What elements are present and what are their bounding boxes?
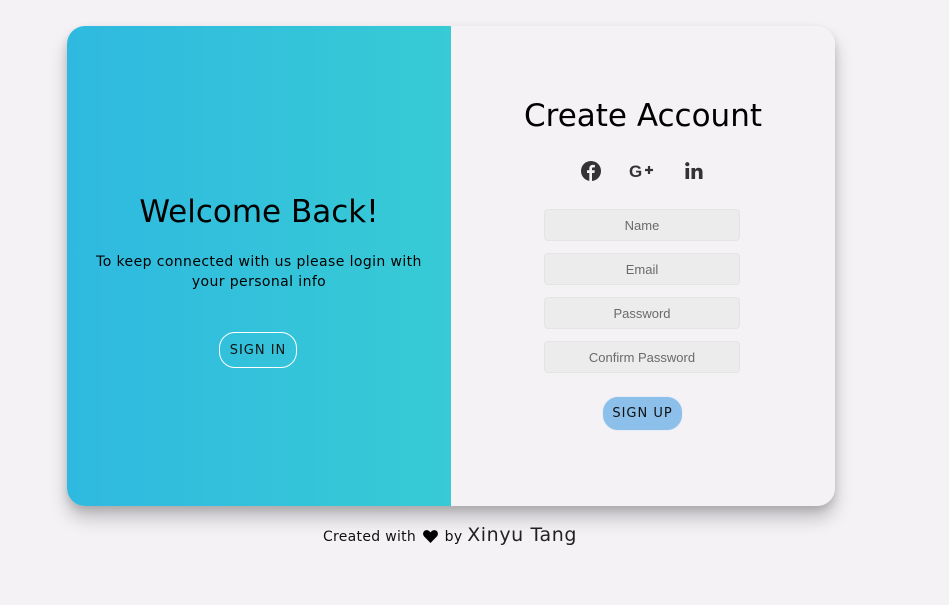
linkedin-icon[interactable] [681,158,707,184]
footer-author[interactable]: Xinyu Tang [467,524,577,546]
email-field[interactable] [544,253,740,285]
welcome-message: To keep connected with us please login w… [96,254,422,290]
google-plus-icon[interactable]: G [629,158,655,184]
sign-up-button[interactable]: SIGN UP [602,396,683,431]
confirm-password-field[interactable] [544,341,740,373]
name-field[interactable] [544,209,740,241]
footer-prefix: Created with [322,529,417,545]
facebook-icon[interactable] [578,158,604,184]
welcome-panel: Welcome Back! To keep connected with us … [67,26,451,506]
sign-in-button[interactable]: SIGN IN [219,332,297,368]
svg-text:G: G [629,163,642,179]
footer-credit: Created with by Xinyu Tang [0,524,900,547]
welcome-title: Welcome Back! [139,194,379,230]
signup-panel: Create Account G Name Email SIGN UP [451,26,835,506]
create-account-title: Create Account [523,98,763,134]
footer-by: by [444,529,463,545]
social-login-row: G [451,158,835,184]
heart-icon [422,530,438,547]
password-field[interactable] [544,297,740,329]
auth-card: Welcome Back! To keep connected with us … [67,26,835,506]
